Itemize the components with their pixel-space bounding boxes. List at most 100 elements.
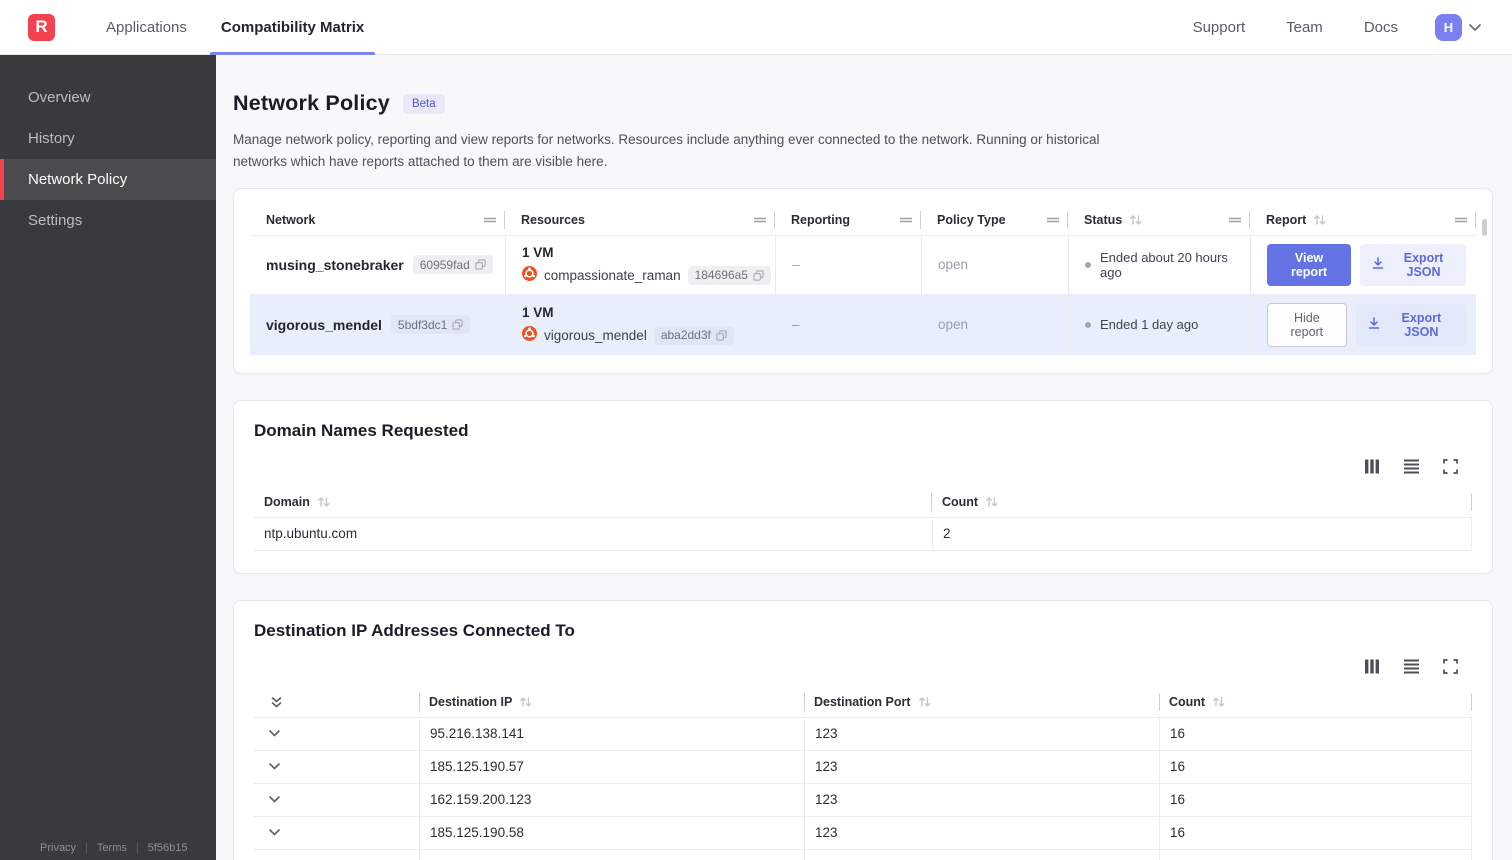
top-navbar: R Applications Compatibility Matrix Supp… — [0, 0, 1512, 55]
table-row-resources-cell: 1 VM compassionate_raman 184696a5 — [505, 234, 775, 294]
app-logo[interactable]: R — [28, 13, 55, 41]
copy-icon[interactable] — [475, 259, 486, 270]
expand-fullscreen-icon[interactable] — [1443, 658, 1458, 674]
tab-applications[interactable]: Applications — [89, 0, 204, 55]
column-resize-handle-icon[interactable] — [1046, 216, 1060, 224]
domain-names-card: Domain Names Requested Domain Count ntp.… — [233, 399, 1493, 574]
status-dot — [1085, 261, 1091, 268]
column-resize-handle-icon[interactable] — [1454, 216, 1468, 224]
navbar-tabs: Applications Compatibility Matrix — [89, 0, 381, 55]
export-json-button[interactable]: Export JSON — [1360, 243, 1466, 286]
privacy-link[interactable]: Privacy — [40, 842, 76, 854]
copy-icon[interactable] — [753, 270, 764, 281]
port-cell: 123 — [804, 848, 1159, 860]
columns-icon[interactable] — [1364, 459, 1380, 474]
column-header-status[interactable]: Status — [1068, 205, 1250, 235]
view-report-button[interactable]: View report — [1267, 243, 1352, 286]
ip-cell: 185.125.190.58 — [419, 815, 804, 849]
nav-link-support[interactable]: Support — [1193, 19, 1246, 36]
column-resize-handle-icon[interactable] — [1228, 216, 1242, 224]
table-row-reporting-cell: – — [775, 293, 921, 355]
table-scrollbar-thumb[interactable] — [1482, 218, 1487, 236]
card-title: Destination IP Addresses Connected To — [254, 620, 575, 640]
network-id-pill: 5bdf3dc1 — [390, 315, 471, 335]
ubuntu-icon — [522, 326, 537, 344]
column-header-count[interactable]: Count — [1159, 688, 1472, 717]
build-version: 5f56b15 — [147, 842, 188, 854]
resource-id-pill: 184696a5 — [687, 265, 771, 285]
download-icon — [1367, 316, 1381, 333]
chevron-down-icon[interactable] — [268, 762, 281, 771]
column-header-domain[interactable]: Domain — [254, 488, 932, 517]
card-toolbar — [254, 458, 1472, 474]
sidebar-item-overview[interactable]: Overview — [0, 77, 216, 118]
nav-link-docs[interactable]: Docs — [1364, 19, 1398, 36]
export-json-button[interactable]: Export JSON — [1355, 303, 1466, 346]
row-expander-cell — [254, 782, 419, 816]
rows-list-icon[interactable] — [1403, 659, 1420, 674]
sort-icon — [1313, 214, 1327, 226]
page-description: Manage network policy, reporting and vie… — [233, 132, 1100, 170]
chevron-down-icon[interactable] — [268, 795, 281, 804]
count-cell: 16 — [1159, 749, 1472, 783]
column-header-destination-ip[interactable]: Destination IP — [419, 688, 804, 717]
column-header-reporting[interactable]: Reporting — [775, 205, 921, 235]
columns-icon[interactable] — [1364, 659, 1380, 674]
destination-ips-card: Destination IP Addresses Connected To De… — [233, 599, 1493, 860]
user-menu-chevron-down-icon[interactable] — [1468, 23, 1482, 32]
networks-table: Network Resources Reporting Policy Type … — [250, 205, 1476, 355]
nav-link-team[interactable]: Team — [1286, 19, 1323, 36]
count-cell: 16 — [1159, 716, 1472, 750]
resource-id-pill: aba2dd3f — [653, 325, 734, 345]
table-row-reporting-cell: – — [775, 234, 921, 294]
row-expander-cell — [254, 848, 419, 860]
chevron-down-icon[interactable] — [268, 729, 281, 738]
domain-cell: ntp.ubuntu.com — [254, 516, 932, 550]
sidebar-item-network-policy[interactable]: Network Policy — [0, 159, 216, 200]
main-content: Network Policy Beta Manage network polic… — [216, 55, 1512, 860]
expand-fullscreen-icon[interactable] — [1443, 458, 1458, 474]
port-cell: 123 — [804, 716, 1159, 750]
terms-link[interactable]: Terms — [97, 842, 127, 854]
column-header-expander — [254, 688, 419, 717]
ubuntu-icon — [522, 266, 537, 284]
card-title: Domain Names Requested — [254, 420, 469, 440]
column-resize-handle-icon[interactable] — [753, 216, 767, 224]
chevron-down-icon[interactable] — [268, 828, 281, 837]
count-cell: 16 — [1159, 848, 1472, 860]
table-row-report-cell: Hide report Export JSON — [1250, 293, 1476, 355]
sidebar-item-settings[interactable]: Settings — [0, 200, 216, 241]
column-resize-handle-icon[interactable] — [899, 216, 913, 224]
count-cell: 16 — [1159, 815, 1472, 849]
count-cell: 2 — [932, 516, 1472, 550]
column-header-destination-port[interactable]: Destination Port — [804, 688, 1159, 717]
card-toolbar — [254, 658, 1472, 674]
table-row-policy-type-cell: open — [921, 293, 1068, 355]
copy-icon[interactable] — [452, 319, 463, 330]
row-expander-cell — [254, 716, 419, 750]
expand-all-rows-icon[interactable] — [264, 696, 283, 709]
column-resize-handle-icon[interactable] — [483, 216, 497, 224]
row-expander-cell — [254, 749, 419, 783]
column-header-count[interactable]: Count — [932, 488, 1472, 517]
count-cell: 16 — [1159, 782, 1472, 816]
page-title: Network Policy — [233, 91, 390, 115]
ip-cell: 95.216.138.141 — [419, 716, 804, 750]
domains-table: Domain Count ntp.ubuntu.com 2 — [254, 488, 1472, 551]
column-header-report[interactable]: Report — [1250, 205, 1476, 235]
sidebar-item-history[interactable]: History — [0, 118, 216, 159]
download-icon — [1371, 256, 1385, 273]
column-header-resources[interactable]: Resources — [505, 205, 775, 235]
rows-list-icon[interactable] — [1403, 459, 1420, 474]
copy-icon[interactable] — [716, 330, 727, 341]
hide-report-button[interactable]: Hide report — [1267, 302, 1347, 347]
network-id-pill: 60959fad — [412, 255, 493, 275]
column-header-policy-type[interactable]: Policy Type — [921, 205, 1068, 235]
status-dot — [1085, 321, 1091, 328]
table-row-report-cell: View report Export JSON — [1250, 234, 1476, 294]
user-avatar[interactable]: H — [1435, 13, 1462, 41]
column-header-network[interactable]: Network — [250, 205, 505, 235]
port-cell: 123 — [804, 815, 1159, 849]
tab-compatibility-matrix[interactable]: Compatibility Matrix — [204, 0, 381, 55]
sidebar: Overview History Network Policy Settings… — [0, 55, 216, 860]
